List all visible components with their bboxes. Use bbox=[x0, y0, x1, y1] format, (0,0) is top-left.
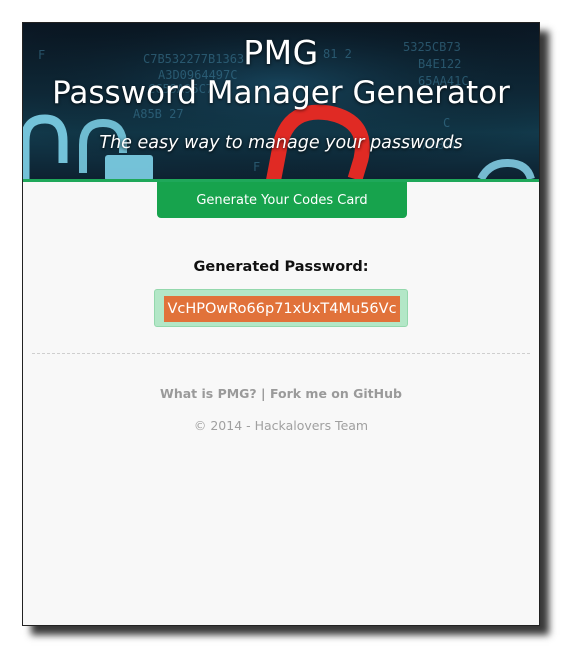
generated-password-value[interactable]: VcHPOwRo66p71xUxT4Mu56Vc bbox=[164, 296, 400, 322]
generated-password-field[interactable]: VcHPOwRo66p71xUxT4Mu56Vc bbox=[154, 289, 408, 327]
footer-separator: | bbox=[256, 386, 270, 401]
footer-divider bbox=[32, 353, 530, 354]
generate-codes-card-button[interactable]: Generate Your Codes Card bbox=[157, 182, 407, 218]
app-title-short: PMG bbox=[243, 33, 319, 72]
footer-links: What is PMG? | Fork me on GitHub bbox=[23, 386, 539, 401]
fork-on-github-link[interactable]: Fork me on GitHub bbox=[270, 386, 402, 401]
copyright-text: © 2014 - Hackalovers Team bbox=[193, 418, 369, 433]
what-is-pmg-link[interactable]: What is PMG? bbox=[160, 386, 257, 401]
app-window: C7B532277B1363 A3D0964497C CC59A95C7 A85… bbox=[22, 22, 540, 626]
generated-password-label: Generated Password: bbox=[193, 259, 369, 275]
svg-text:F: F bbox=[253, 160, 260, 174]
svg-text:C: C bbox=[443, 116, 450, 130]
header-banner: C7B532277B1363 A3D0964497C CC59A95C7 A85… bbox=[23, 23, 539, 182]
app-title-full: Password Manager Generator bbox=[52, 75, 510, 111]
app-tagline: The easy way to manage your passwords bbox=[99, 133, 463, 153]
